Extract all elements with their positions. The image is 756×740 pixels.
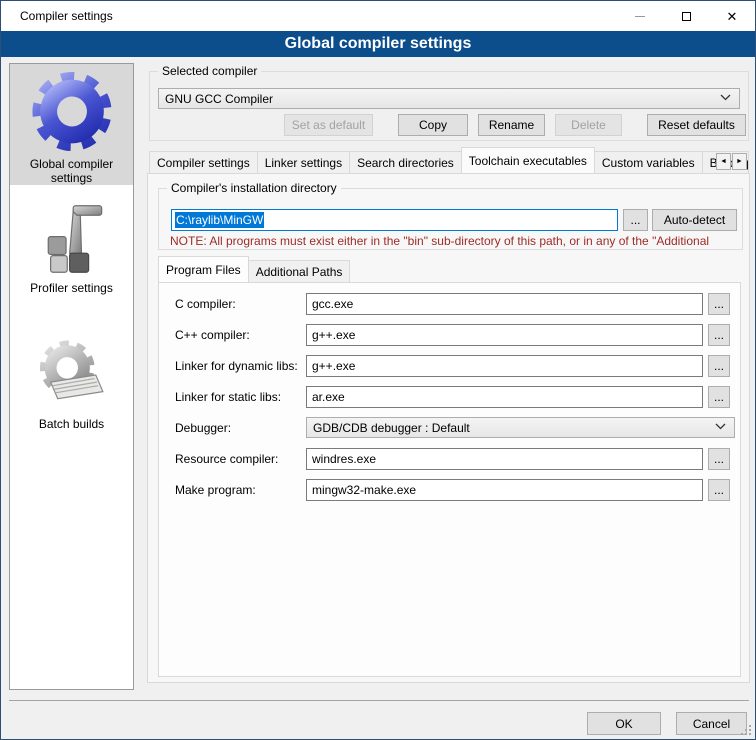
static-linker-input[interactable] xyxy=(306,386,703,408)
c-compiler-row: C compiler: ... xyxy=(159,293,740,315)
minimize-button[interactable] xyxy=(617,1,663,31)
resource-compiler-row: Resource compiler: ... xyxy=(159,448,740,470)
tab-toolchain-executables[interactable]: Toolchain executables xyxy=(461,147,595,173)
installation-directory-legend: Compiler's installation directory xyxy=(167,181,341,195)
debugger-select-value: GDB/CDB debugger : Default xyxy=(313,421,470,435)
compiler-settings-dialog: Compiler settings ✕ Global compiler sett… xyxy=(0,0,756,740)
tab-custom-variables[interactable]: Custom variables xyxy=(594,151,703,173)
resource-compiler-browse-button[interactable]: ... xyxy=(708,448,730,470)
resource-compiler-input[interactable] xyxy=(306,448,703,470)
blue-gear-icon xyxy=(30,70,114,153)
tab-search-directories[interactable]: Search directories xyxy=(349,151,462,173)
compiler-select-value: GNU GCC Compiler xyxy=(165,92,273,106)
delete-button[interactable]: Delete xyxy=(555,114,622,136)
tab-compiler-settings[interactable]: Compiler settings xyxy=(149,151,258,173)
dynamic-linker-browse-button[interactable]: ... xyxy=(708,355,730,377)
tab-program-files[interactable]: Program Files xyxy=(158,256,249,282)
chevron-down-icon xyxy=(720,94,731,101)
titlebar: Compiler settings ✕ xyxy=(1,1,755,31)
c-compiler-browse-button[interactable]: ... xyxy=(708,293,730,315)
browse-directory-button[interactable]: ... xyxy=(623,209,648,231)
sidebar-item-global-compiler-settings[interactable]: Global compiler settings xyxy=(10,64,133,185)
make-program-row: Make program: ... xyxy=(159,479,740,501)
debugger-label: Debugger: xyxy=(175,421,231,435)
minimize-icon xyxy=(635,16,645,17)
page-title: Global compiler settings xyxy=(1,31,755,57)
tab-linker-settings[interactable]: Linker settings xyxy=(257,151,350,173)
copy-button[interactable]: Copy xyxy=(398,114,468,136)
static-linker-browse-button[interactable]: ... xyxy=(708,386,730,408)
c-compiler-input[interactable] xyxy=(306,293,703,315)
resource-compiler-label: Resource compiler: xyxy=(175,452,278,466)
cpp-compiler-row: C++ compiler: ... xyxy=(159,324,740,346)
cpp-compiler-browse-button[interactable]: ... xyxy=(708,324,730,346)
tab-scroll-buttons: ◄ ► xyxy=(715,153,747,170)
compiler-tabs: Compiler settings Linker settings Search… xyxy=(149,151,749,173)
profiler-caliper-icon xyxy=(34,201,110,277)
batch-builds-gear-icon xyxy=(34,337,110,413)
sidebar-item-label: Global compiler settings xyxy=(18,157,126,185)
footer-divider xyxy=(9,700,749,701)
maximize-button[interactable] xyxy=(663,1,709,31)
dynamic-linker-label: Linker for dynamic libs: xyxy=(175,359,298,373)
installation-directory-input[interactable]: C:\raylib\MinGW xyxy=(171,209,618,231)
debugger-row: Debugger: GDB/CDB debugger : Default xyxy=(159,417,740,439)
maximize-icon xyxy=(682,12,691,21)
selected-compiler-group: Selected compiler GNU GCC Compiler Set a… xyxy=(149,71,749,141)
sidebar-item-profiler-settings[interactable]: Profiler settings xyxy=(10,195,133,303)
static-linker-row: Linker for static libs: ... xyxy=(159,386,740,408)
ok-button[interactable]: OK xyxy=(587,712,661,735)
close-icon: ✕ xyxy=(727,10,738,23)
toolchain-executables-page: Compiler's installation directory C:\ray… xyxy=(147,173,750,683)
make-program-input[interactable] xyxy=(306,479,703,501)
cpp-compiler-label: C++ compiler: xyxy=(175,328,250,342)
rename-button[interactable]: Rename xyxy=(478,114,545,136)
dynamic-linker-row: Linker for dynamic libs: ... xyxy=(159,355,740,377)
set-as-default-button[interactable]: Set as default xyxy=(284,114,373,136)
selected-compiler-legend: Selected compiler xyxy=(158,64,261,78)
debugger-select[interactable]: GDB/CDB debugger : Default xyxy=(306,417,735,438)
cpp-compiler-input[interactable] xyxy=(306,324,703,346)
reset-defaults-button[interactable]: Reset defaults xyxy=(647,114,746,136)
tab-scroll-left-icon: ◄ xyxy=(720,158,727,165)
static-linker-label: Linker for static libs: xyxy=(175,390,281,404)
compiler-select[interactable]: GNU GCC Compiler xyxy=(158,88,740,109)
sidebar: Global compiler settings Profiler settin… xyxy=(9,63,134,690)
note-text: NOTE: All programs must exist either in … xyxy=(170,234,736,248)
sidebar-item-label: Profiler settings xyxy=(18,281,126,295)
tab-scroll-right-icon: ► xyxy=(736,158,743,165)
sidebar-item-batch-builds[interactable]: Batch builds xyxy=(10,331,133,439)
make-program-label: Make program: xyxy=(175,483,256,497)
sidebar-item-label: Batch builds xyxy=(18,417,126,431)
tab-scroll-left-button[interactable]: ◄ xyxy=(716,153,731,170)
make-program-browse-button[interactable]: ... xyxy=(708,479,730,501)
caption-buttons: ✕ xyxy=(617,1,755,31)
window-title: Compiler settings xyxy=(20,9,113,23)
chevron-down-icon xyxy=(715,423,726,430)
program-files-page: C compiler: ... C++ compiler: ... Linker… xyxy=(158,282,741,677)
cancel-button[interactable]: Cancel xyxy=(676,712,747,735)
program-tabs: Program Files Additional Paths xyxy=(158,260,349,282)
c-compiler-label: C compiler: xyxy=(175,297,236,311)
resize-grip[interactable] xyxy=(741,725,752,736)
tab-additional-paths[interactable]: Additional Paths xyxy=(248,260,351,282)
installation-directory-value: C:\raylib\MinGW xyxy=(175,212,264,228)
tab-scroll-right-button[interactable]: ► xyxy=(732,153,747,170)
auto-detect-button[interactable]: Auto-detect xyxy=(652,209,737,231)
close-button[interactable]: ✕ xyxy=(709,1,755,31)
dynamic-linker-input[interactable] xyxy=(306,355,703,377)
